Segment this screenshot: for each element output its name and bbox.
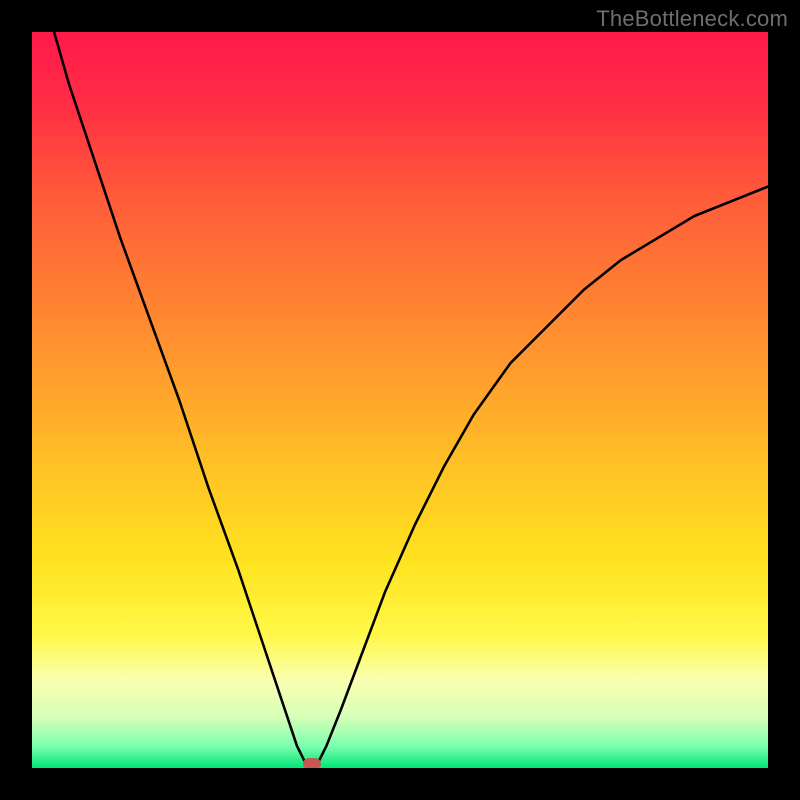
plot-area — [32, 32, 768, 768]
chart-frame: TheBottleneck.com — [0, 0, 800, 800]
optimal-point-marker — [303, 758, 321, 768]
watermark-text: TheBottleneck.com — [596, 6, 788, 32]
bottleneck-curve — [32, 32, 768, 768]
